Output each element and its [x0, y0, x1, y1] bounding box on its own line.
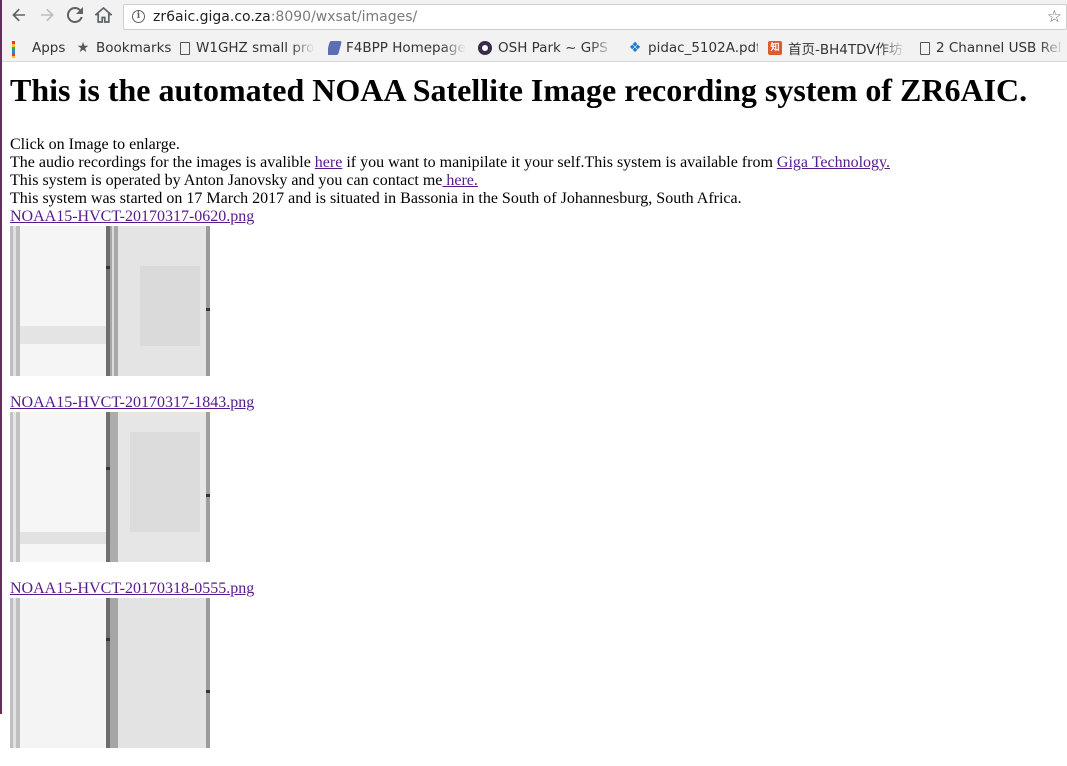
operator-text: This system is operated by Anton Janovsk… [10, 172, 443, 189]
page-content: This is the automated NOAA Satellite Ima… [10, 64, 1060, 766]
satellite-image-thumbnail[interactable] [10, 412, 210, 562]
url-text[interactable]: zr6aic.giga.co.za:8090/wxsat/images/ [153, 9, 417, 25]
window-left-edge [0, 0, 2, 714]
bookmarks-bar: Apps ★ Bookmarks W1GHZ small proje F4BPP… [2, 34, 1067, 62]
document-icon [920, 41, 930, 55]
bookmark-bh4tdv[interactable]: 知 首页-BH4TDV作坊 [768, 38, 906, 58]
bookmark-label: pidac_5102A.pdf [648, 40, 758, 56]
page-title: This is the automated NOAA Satellite Ima… [10, 72, 1028, 108]
reload-icon [66, 6, 83, 28]
apps-grid-icon [12, 41, 26, 58]
location-line: This system was started on 17 March 2017… [10, 190, 742, 207]
bookmark-label: Bookmarks [96, 40, 172, 56]
bookmark-pidac[interactable]: ❖ pidac_5102A.pdf [628, 38, 758, 58]
home-icon [93, 6, 113, 28]
audio-text: The audio recordings for the images is a… [10, 154, 315, 171]
url-path: :8090/wxsat/images/ [270, 9, 418, 25]
address-bar[interactable]: i zr6aic.giga.co.za:8090/wxsat/images/ ☆ [123, 4, 1067, 30]
operator-line: This system is operated by Anton Janovsk… [10, 172, 1060, 190]
forward-button[interactable] [36, 6, 58, 28]
bookmark-label: F4BPP Homepage [346, 40, 466, 56]
oshpark-favicon [478, 41, 492, 55]
satellite-image-thumbnail[interactable] [10, 226, 210, 376]
audio-here-link[interactable]: here [315, 154, 343, 171]
intro-line: Click on Image to enlarge. [10, 136, 180, 153]
image-filename-link[interactable]: NOAA15-HVCT-20170317-1843.png [10, 394, 254, 412]
bookmark-apps[interactable]: Apps [12, 38, 65, 58]
bookmark-label: OSH Park ~ GPS Pi [498, 40, 614, 56]
forward-arrow-icon [39, 7, 55, 28]
back-arrow-icon [11, 7, 27, 28]
dropbox-icon: ❖ [628, 40, 642, 56]
url-host: zr6aic.giga.co.za [153, 9, 271, 25]
audio-line: The audio recordings for the images is a… [10, 154, 1060, 172]
satellite-image-thumbnail[interactable] [10, 598, 210, 748]
contact-here-link[interactable]: here. [442, 172, 478, 189]
bookmark-label: 2 Channel USB Rel [936, 40, 1062, 56]
site-info-icon[interactable]: i [132, 10, 145, 23]
image-entry: NOAA15-HVCT-20170317-1843.png [10, 394, 1060, 580]
bookmark-label: Apps [32, 40, 66, 56]
bookmark-w1ghz[interactable]: W1GHZ small proje [180, 38, 315, 58]
image-entry: NOAA15-HVCT-20170317-0620.png [10, 208, 1060, 394]
bookmark-oshpark[interactable]: OSH Park ~ GPS Pi [478, 38, 614, 58]
zhi-favicon: 知 [768, 41, 782, 55]
bookmark-f4bpp[interactable]: F4BPP Homepage [328, 38, 466, 58]
bookmark-label: W1GHZ small proje [196, 40, 315, 56]
bookmark-label: 首页-BH4TDV作坊 [788, 42, 903, 58]
home-button[interactable] [92, 6, 114, 28]
bookmark-star-icon[interactable]: ☆ [1047, 7, 1062, 27]
giga-technology-link[interactable]: Giga Technology. [777, 154, 890, 171]
availability-text: if you want to manipilate it your self.T… [342, 154, 777, 171]
image-filename-link[interactable]: NOAA15-HVCT-20170318-0555.png [10, 580, 254, 598]
image-filename-link[interactable]: NOAA15-HVCT-20170317-0620.png [10, 208, 254, 226]
star-icon: ★ [76, 40, 90, 56]
document-icon [180, 41, 190, 55]
bookmark-usb-relay[interactable]: 2 Channel USB Rel [920, 38, 1065, 58]
f4bpp-favicon [328, 41, 342, 55]
browser-toolbar: i zr6aic.giga.co.za:8090/wxsat/images/ ☆ [2, 0, 1067, 34]
back-button[interactable] [8, 6, 30, 28]
bookmark-bookmarks[interactable]: ★ Bookmarks [76, 38, 172, 58]
image-entry: NOAA15-HVCT-20170318-0555.png [10, 580, 1060, 766]
reload-button[interactable] [64, 6, 86, 28]
